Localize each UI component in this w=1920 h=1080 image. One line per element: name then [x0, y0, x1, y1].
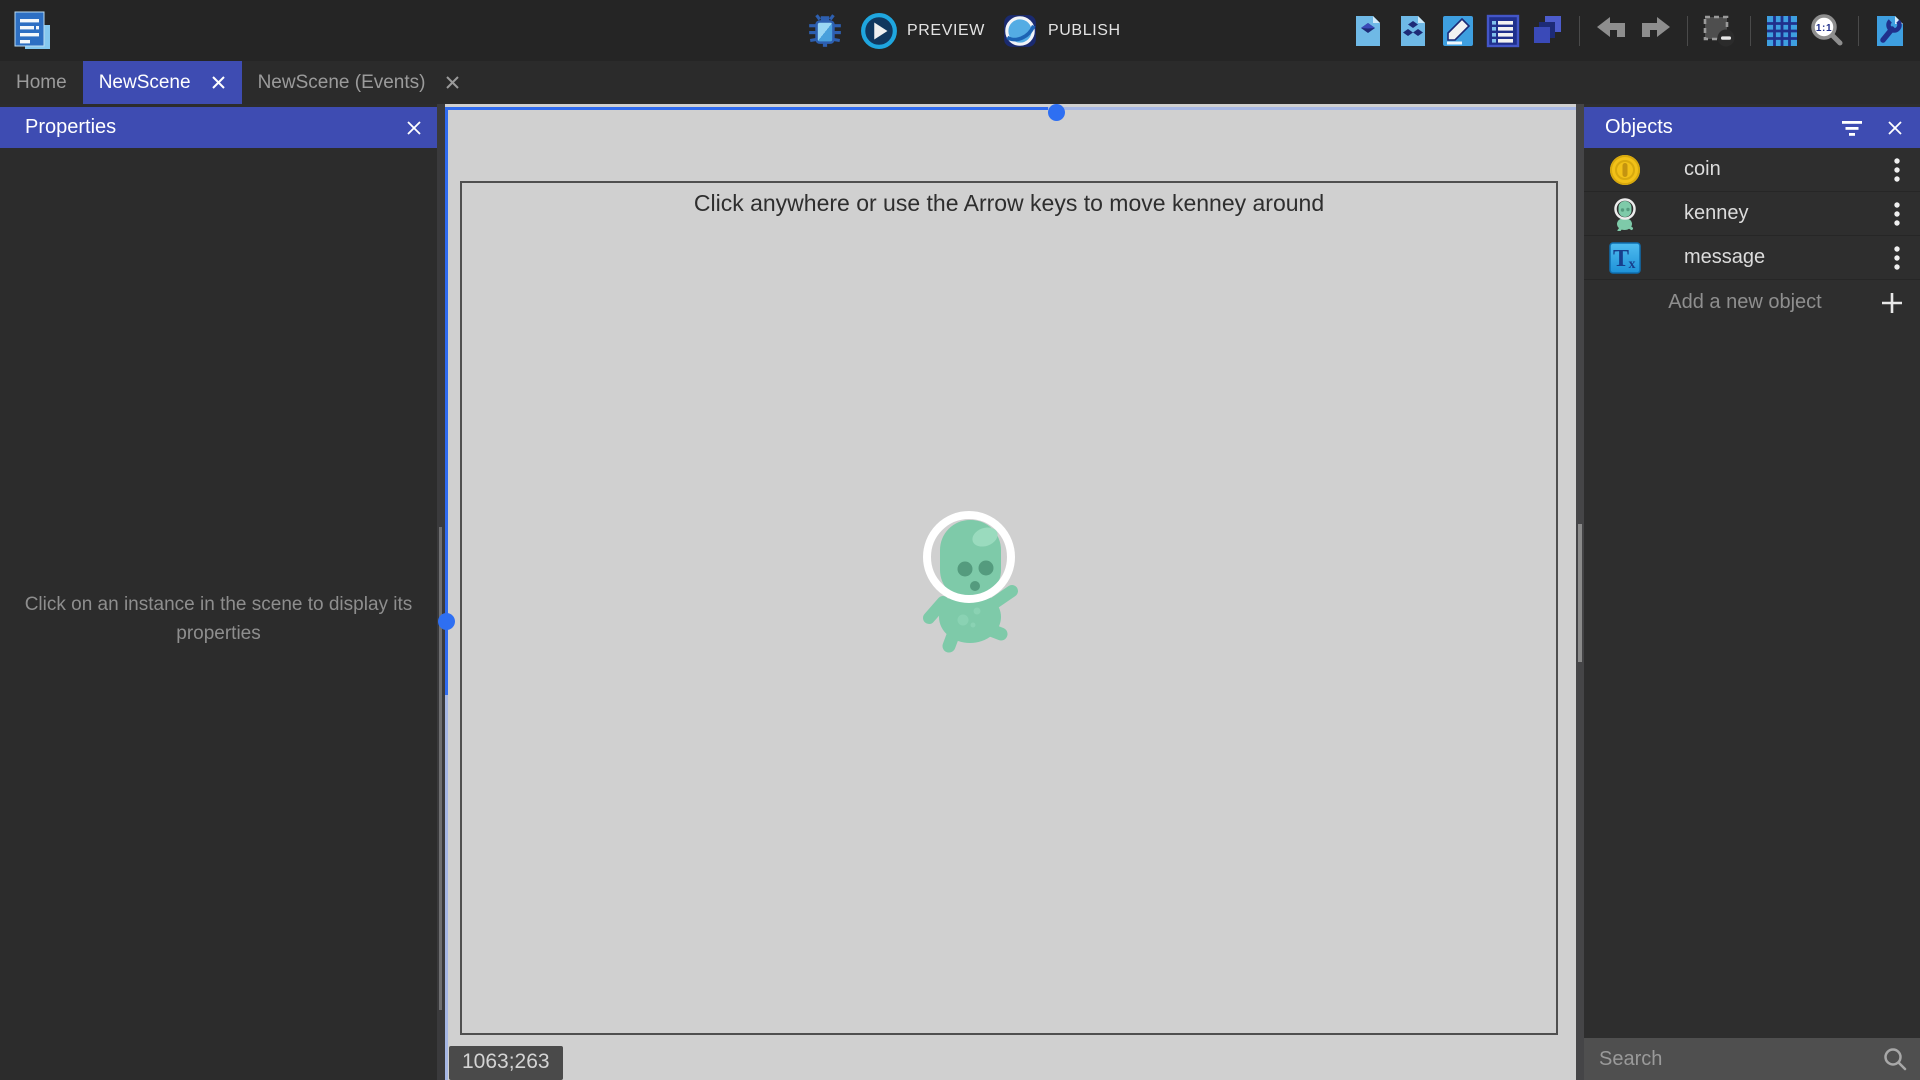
toolbar-divider [1750, 16, 1751, 46]
objects-list: coin kenney [1584, 148, 1920, 325]
text-object-icon: T x [1608, 241, 1642, 275]
object-row-kenney[interactable]: kenney [1584, 192, 1920, 236]
canvas-scrollbar[interactable] [1576, 104, 1584, 1080]
svg-text:1:1: 1:1 [1816, 22, 1832, 33]
object-groups-icon [1395, 13, 1431, 49]
objects-editor-icon [1350, 13, 1386, 49]
clear-selection-button[interactable] [1701, 13, 1737, 49]
wrench-icon [1872, 13, 1908, 49]
tab-label: Home [16, 72, 67, 94]
object-name: message [1684, 246, 1892, 269]
properties-panel: Properties Click on an instance in the s… [0, 104, 437, 1080]
object-groups-button[interactable] [1395, 13, 1431, 49]
cursor-coordinates: 1063;263 [449, 1046, 563, 1080]
splitter-thumb[interactable] [439, 527, 442, 1010]
plus-icon[interactable] [1880, 291, 1904, 315]
selection-handle-top[interactable] [1048, 104, 1065, 121]
close-icon[interactable] [1887, 120, 1903, 136]
svg-text:T: T [1613, 246, 1629, 272]
toolbar: PREVIEW PUBLISH [0, 0, 1920, 61]
close-icon[interactable] [211, 75, 226, 90]
object-row-coin[interactable]: coin [1584, 148, 1920, 192]
close-icon[interactable] [406, 120, 422, 136]
deselect-icon [1701, 13, 1737, 49]
tab-home[interactable]: Home [0, 61, 83, 104]
pencil-icon [1440, 13, 1476, 49]
grid-icon [1764, 13, 1800, 49]
layers-icon [1530, 13, 1566, 49]
properties-panel-title: Properties [25, 116, 116, 139]
publish-label: PUBLISH [1048, 22, 1121, 40]
selection-border-left [445, 107, 448, 695]
panel-splitter[interactable] [437, 104, 445, 1080]
toolbar-right-group: 1:1 [1350, 0, 1908, 61]
debug-bug-icon [806, 12, 844, 50]
project-settings-button[interactable] [1872, 13, 1908, 49]
search-input[interactable] [1584, 1048, 1882, 1071]
search-icon [1882, 1046, 1908, 1072]
coin-icon [1608, 153, 1642, 187]
undo-button[interactable] [1593, 13, 1629, 49]
toolbar-center-group: PREVIEW PUBLISH [806, 0, 1121, 61]
kebab-menu-icon[interactable] [1892, 244, 1902, 272]
project-manager-button[interactable] [10, 8, 54, 52]
properties-panel-header: Properties [0, 107, 437, 148]
project-manager-icon [10, 8, 54, 52]
add-object-button[interactable]: Add a new object [1584, 280, 1920, 325]
preview-button[interactable]: PREVIEW [860, 12, 985, 50]
toolbar-divider [1579, 16, 1580, 46]
kebab-menu-icon[interactable] [1892, 156, 1902, 184]
objects-search-bar [1584, 1038, 1920, 1080]
properties-empty-message: Click on an instance in the scene to dis… [24, 590, 413, 648]
svg-text:x: x [1629, 257, 1636, 272]
kenney-icon [1608, 197, 1642, 231]
redo-button[interactable] [1638, 13, 1674, 49]
scene-text-instance[interactable]: Click anywhere or use the Arrow keys to … [460, 190, 1558, 217]
scene-properties-button[interactable] [1440, 13, 1476, 49]
close-icon[interactable] [445, 75, 460, 90]
play-icon [860, 12, 898, 50]
redo-icon [1638, 13, 1674, 49]
globe-icon [1001, 12, 1039, 50]
kebab-menu-icon[interactable] [1892, 200, 1902, 228]
toolbar-divider [1687, 16, 1688, 46]
object-name: coin [1684, 158, 1892, 181]
objects-panel-header: Objects [1584, 107, 1920, 148]
preview-label: PREVIEW [907, 22, 985, 40]
scene-canvas[interactable]: Click anywhere or use the Arrow keys to … [445, 104, 1576, 1080]
tab-label: NewScene [99, 72, 191, 94]
undo-icon [1593, 13, 1629, 49]
kenney-character-instance[interactable] [913, 505, 1033, 655]
object-name: kenney [1684, 202, 1892, 225]
objects-editor-button[interactable] [1350, 13, 1386, 49]
tab-label: NewScene (Events) [258, 72, 426, 94]
debug-button[interactable] [806, 12, 844, 50]
filter-icon[interactable] [1841, 120, 1863, 137]
grid-button[interactable] [1764, 13, 1800, 49]
main-area: Properties Click on an instance in the s… [0, 104, 1920, 1080]
toolbar-divider [1858, 16, 1859, 46]
zoom-original-button[interactable]: 1:1 [1809, 13, 1845, 49]
instances-list-icon [1485, 13, 1521, 49]
tab-newscene-events[interactable]: NewScene (Events) [242, 61, 477, 104]
layers-editor-button[interactable] [1530, 13, 1566, 49]
selection-border-top [445, 107, 1048, 110]
scrollbar-thumb[interactable] [1578, 524, 1582, 662]
instances-list-button[interactable] [1485, 13, 1521, 49]
publish-button[interactable]: PUBLISH [1001, 12, 1121, 50]
objects-panel: Objects coin [1584, 104, 1920, 1080]
selection-handle-left[interactable] [438, 613, 455, 630]
add-object-label: Add a new object [1584, 291, 1880, 314]
objects-panel-title: Objects [1605, 116, 1673, 139]
tab-bar: Home NewScene NewScene (Events) [0, 61, 1920, 104]
tab-newscene[interactable]: NewScene [83, 61, 242, 104]
zoom-1-1-icon: 1:1 [1809, 13, 1845, 49]
object-row-message[interactable]: T x message [1584, 236, 1920, 280]
